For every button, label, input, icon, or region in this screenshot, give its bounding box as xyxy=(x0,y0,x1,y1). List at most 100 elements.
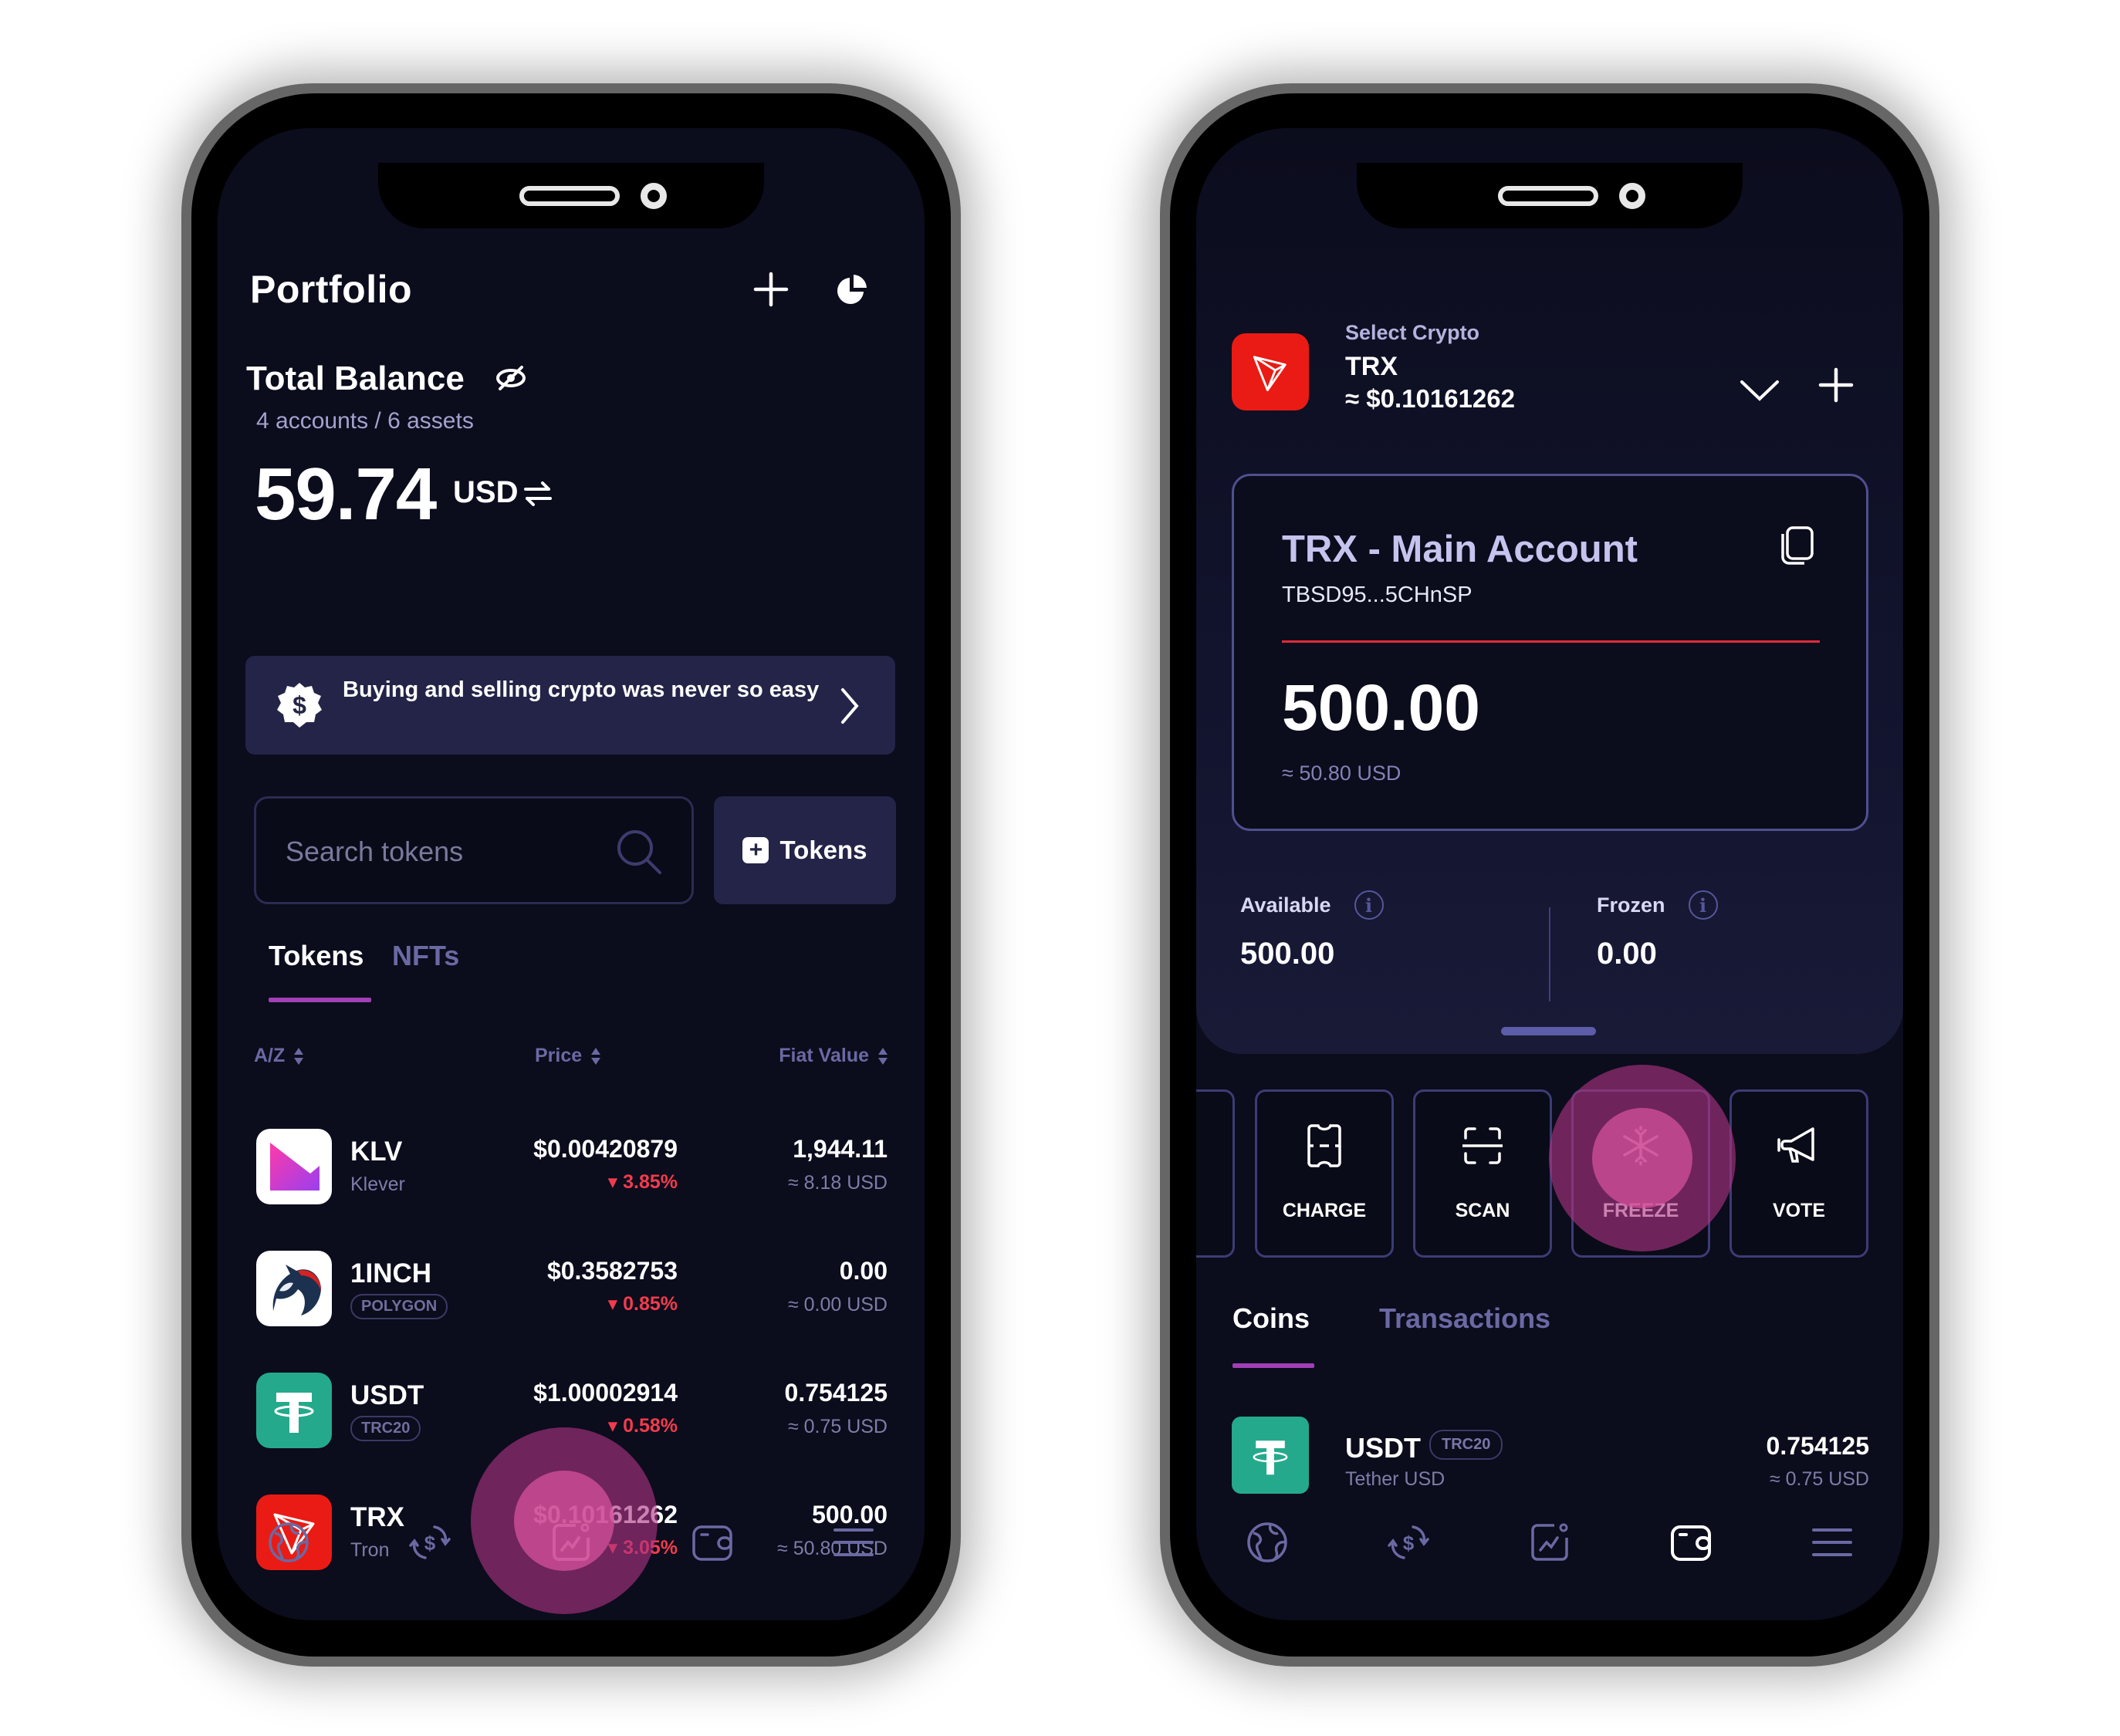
klever-logo xyxy=(256,1129,332,1204)
front-camera xyxy=(1619,183,1645,209)
nav-explore[interactable] xyxy=(262,1515,316,1569)
page-title: Portfolio xyxy=(250,268,413,311)
wallet-screen: Select Crypto TRX ≈ $0.10161262 TRX - Ma… xyxy=(1196,128,1903,1620)
nav-menu[interactable] xyxy=(1805,1515,1859,1569)
token-amount: 0.00 xyxy=(839,1257,888,1285)
action-scan[interactable]: SCAN xyxy=(1413,1089,1552,1258)
svg-text:$: $ xyxy=(292,691,306,719)
action-label: VOTE xyxy=(1772,1200,1826,1221)
dollar-badge-icon: $ xyxy=(277,683,322,728)
action-label: CHARGE xyxy=(1282,1200,1367,1221)
sort-by-fiat-value[interactable]: Fiat Value xyxy=(779,1045,888,1067)
buy-sell-promo-banner[interactable]: $ Buying and selling crypto was never so… xyxy=(245,656,895,755)
nav-exchange[interactable]: $ xyxy=(403,1515,457,1569)
action-label: SCAN xyxy=(1455,1200,1510,1221)
portfolio-screen: Portfolio Total Balance 4 accounts / 6 a… xyxy=(218,128,925,1620)
tron-logo[interactable] xyxy=(1232,333,1309,410)
panel-drag-handle[interactable] xyxy=(1501,1027,1596,1035)
token-amount: 1,944.11 xyxy=(793,1135,888,1163)
tether-logo xyxy=(1232,1417,1309,1494)
tab-transactions[interactable]: Transactions xyxy=(1379,1302,1550,1335)
action-button-partial[interactable] xyxy=(1196,1089,1235,1258)
hide-balance-button[interactable] xyxy=(494,364,528,392)
coin-name: Tether USD xyxy=(1345,1468,1445,1490)
coin-symbol: USDT xyxy=(1345,1432,1421,1464)
tether-logo xyxy=(256,1373,332,1448)
balance-currency: USD xyxy=(453,475,519,509)
sort-by-price[interactable]: Price xyxy=(535,1045,601,1067)
nav-explore[interactable] xyxy=(1240,1515,1294,1569)
chevron-down-icon xyxy=(1740,380,1779,401)
coin-amount: 0.754125 xyxy=(1766,1432,1869,1460)
token-row-klv[interactable]: KLV Klever $0.00420879 ▾ 3.85% 1,944.11 … xyxy=(218,1120,925,1243)
token-price: $1.00002914 xyxy=(533,1379,678,1407)
chevron-right-icon xyxy=(841,688,859,724)
bottom-navigation: $ xyxy=(1196,1505,1903,1620)
add-account-button[interactable] xyxy=(1818,367,1854,403)
scan-icon xyxy=(1459,1121,1506,1170)
phone-frame-portfolio: Portfolio Total Balance 4 accounts / 6 a… xyxy=(181,83,961,1667)
globe-icon xyxy=(268,1522,309,1562)
accounts-assets-summary: 4 accounts / 6 assets xyxy=(256,408,474,434)
tab-coins[interactable]: Coins xyxy=(1232,1302,1310,1335)
search-icon xyxy=(617,830,661,874)
available-label-group: Available i xyxy=(1240,890,1384,920)
exchange-dollar-icon: $ xyxy=(1388,1525,1429,1559)
tab-nfts[interactable]: NFTs xyxy=(392,940,459,972)
frozen-label: Frozen xyxy=(1597,893,1665,917)
sort-arrows-icon xyxy=(591,1047,601,1065)
nav-menu[interactable] xyxy=(827,1515,881,1569)
globe-icon xyxy=(1246,1522,1287,1562)
network-badge: TRC20 xyxy=(350,1416,421,1441)
token-symbol: 1INCH xyxy=(350,1258,432,1288)
nav-exchange[interactable]: $ xyxy=(1381,1515,1435,1569)
token-row-1inch[interactable]: 1INCH POLYGON $0.3582753 ▾ 0.85% 0.00 ≈ … xyxy=(218,1241,925,1365)
nav-wallet[interactable] xyxy=(685,1515,739,1569)
portfolio-chart-icon xyxy=(1531,1523,1568,1561)
token-fiat-value: ≈ 0.75 USD xyxy=(787,1416,888,1437)
menu-icon xyxy=(1812,1528,1853,1556)
select-crypto-dropdown[interactable] xyxy=(1736,373,1783,407)
add-tokens-button[interactable]: + Tokens xyxy=(714,796,896,904)
sort-by-name[interactable]: A/Z xyxy=(254,1045,304,1067)
token-price-change: ▾ 3.85% xyxy=(607,1171,678,1193)
token-fiat-value: ≈ 0.00 USD xyxy=(787,1294,888,1316)
action-charge[interactable]: CHARGE xyxy=(1255,1089,1394,1258)
account-title: TRX - Main Account xyxy=(1282,529,1638,570)
token-symbol: KLV xyxy=(350,1137,403,1167)
tab-tokens[interactable]: Tokens xyxy=(269,940,363,972)
column-header-name: A/Z xyxy=(254,1045,286,1066)
search-placeholder: Search tokens xyxy=(286,836,464,867)
nav-wallet[interactable] xyxy=(1664,1515,1718,1569)
frozen-label-group: Frozen i xyxy=(1597,890,1718,920)
portfolio-chart-button[interactable] xyxy=(831,269,873,310)
network-badge: POLYGON xyxy=(350,1294,448,1319)
add-button[interactable] xyxy=(750,269,792,310)
active-tab-indicator xyxy=(1232,1363,1314,1368)
speaker-grille xyxy=(519,186,620,206)
plus-icon xyxy=(753,272,789,307)
selected-crypto-symbol[interactable]: TRX xyxy=(1345,352,1398,382)
available-value: 500.00 xyxy=(1240,937,1335,971)
speaker-grille xyxy=(1498,186,1598,206)
account-balance: 500.00 xyxy=(1282,671,1480,744)
ticket-icon xyxy=(1301,1121,1347,1170)
pie-chart-icon xyxy=(837,275,867,304)
info-icon[interactable]: i xyxy=(1688,890,1718,920)
switch-currency-button[interactable] xyxy=(522,479,553,508)
nav-portfolio[interactable] xyxy=(1523,1515,1577,1569)
action-vote[interactable]: VOTE xyxy=(1729,1089,1868,1258)
sort-arrows-icon xyxy=(878,1047,888,1065)
token-name: Klever xyxy=(350,1174,405,1195)
total-balance-title: Total Balance xyxy=(246,360,465,397)
account-divider xyxy=(1282,640,1820,643)
select-crypto-label: Select Crypto xyxy=(1345,321,1480,344)
copy-address-button[interactable] xyxy=(1778,525,1815,565)
info-icon[interactable]: i xyxy=(1354,890,1384,920)
token-price-change: ▾ 0.58% xyxy=(607,1415,678,1437)
phone-notch xyxy=(378,163,764,228)
svg-text:$: $ xyxy=(424,1532,436,1555)
search-tokens-input[interactable]: Search tokens xyxy=(254,796,694,904)
available-label: Available xyxy=(1240,893,1331,917)
token-price-change: ▾ 0.85% xyxy=(607,1293,678,1315)
